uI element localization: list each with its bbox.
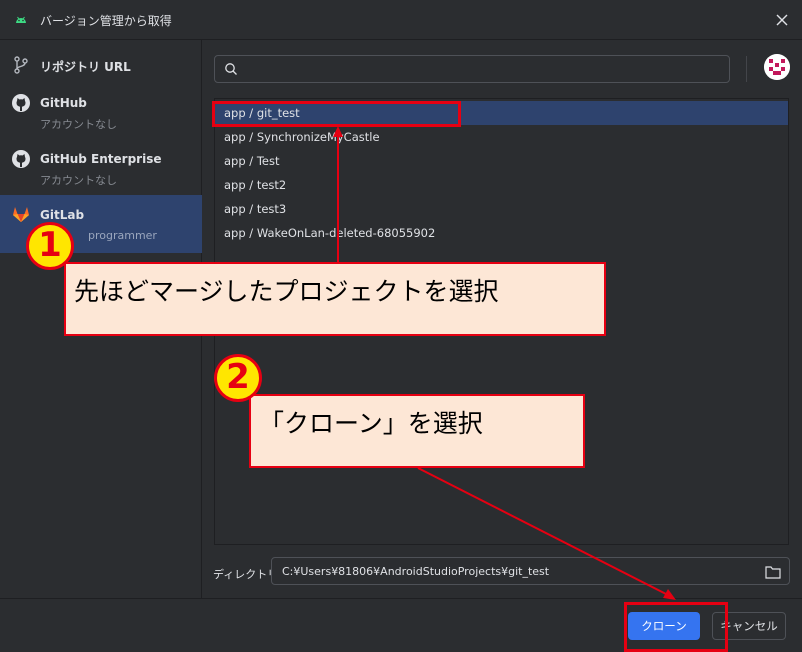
list-item[interactable]: app / test3 [215,197,788,221]
github-icon [12,94,30,112]
sidebar-item-sublabel: アカウントなし [40,118,117,131]
git-branch-icon [14,56,28,74]
callout-step1: 先ほどマージしたプロジェクトを選択 [64,262,606,336]
divider [746,56,747,82]
window-title: バージョン管理から取得 [40,14,172,28]
search-icon [225,63,237,75]
avatar[interactable] [764,54,790,80]
folder-icon[interactable] [765,565,781,579]
directory-field[interactable]: C:¥Users¥81806¥AndroidStudioProjects¥git… [271,557,790,585]
sidebar-item-label: GitLab [40,208,85,222]
sidebar-item-github-enterprise[interactable]: GitHub Enterprise アカウントなし [0,142,202,200]
callout-step2-text: 「クローン」を選択 [259,409,483,438]
avatar-pattern-icon [764,54,790,80]
sidebar-item-label: GitHub [40,96,87,110]
step1-badge: 1 [26,222,74,270]
gitlab-icon [13,207,29,222]
step2-badge: 2 [214,354,262,402]
android-icon [16,16,26,23]
sidebar-item-sublabel: programmer [88,229,157,242]
directory-value: C:¥Users¥81806¥AndroidStudioProjects¥git… [282,565,550,578]
callout-step1-text: 先ほどマージしたプロジェクトを選択 [74,277,499,306]
sidebar-item-sublabel: アカウントなし [40,174,117,187]
list-item[interactable]: app / SynchronizeMyCastle [215,125,788,149]
github-icon [12,150,30,168]
title-bar: バージョン管理から取得 [0,0,802,40]
callout-step2: 「クローン」を選択 [249,394,585,468]
list-item[interactable]: app / Test [215,149,788,173]
close-icon[interactable] [774,12,790,28]
search-input[interactable] [214,55,730,83]
list-item[interactable]: app / test2 [215,173,788,197]
sidebar-item-github[interactable]: GitHub アカウントなし [0,86,202,144]
sidebar-item-label: リポジトリ URL [40,60,131,74]
sidebar-item-label: GitHub Enterprise [40,152,162,166]
highlight-repo-row [212,101,461,127]
list-item[interactable]: app / WakeOnLan-deleted-68055902 [215,221,788,245]
highlight-clone-button [624,602,728,652]
